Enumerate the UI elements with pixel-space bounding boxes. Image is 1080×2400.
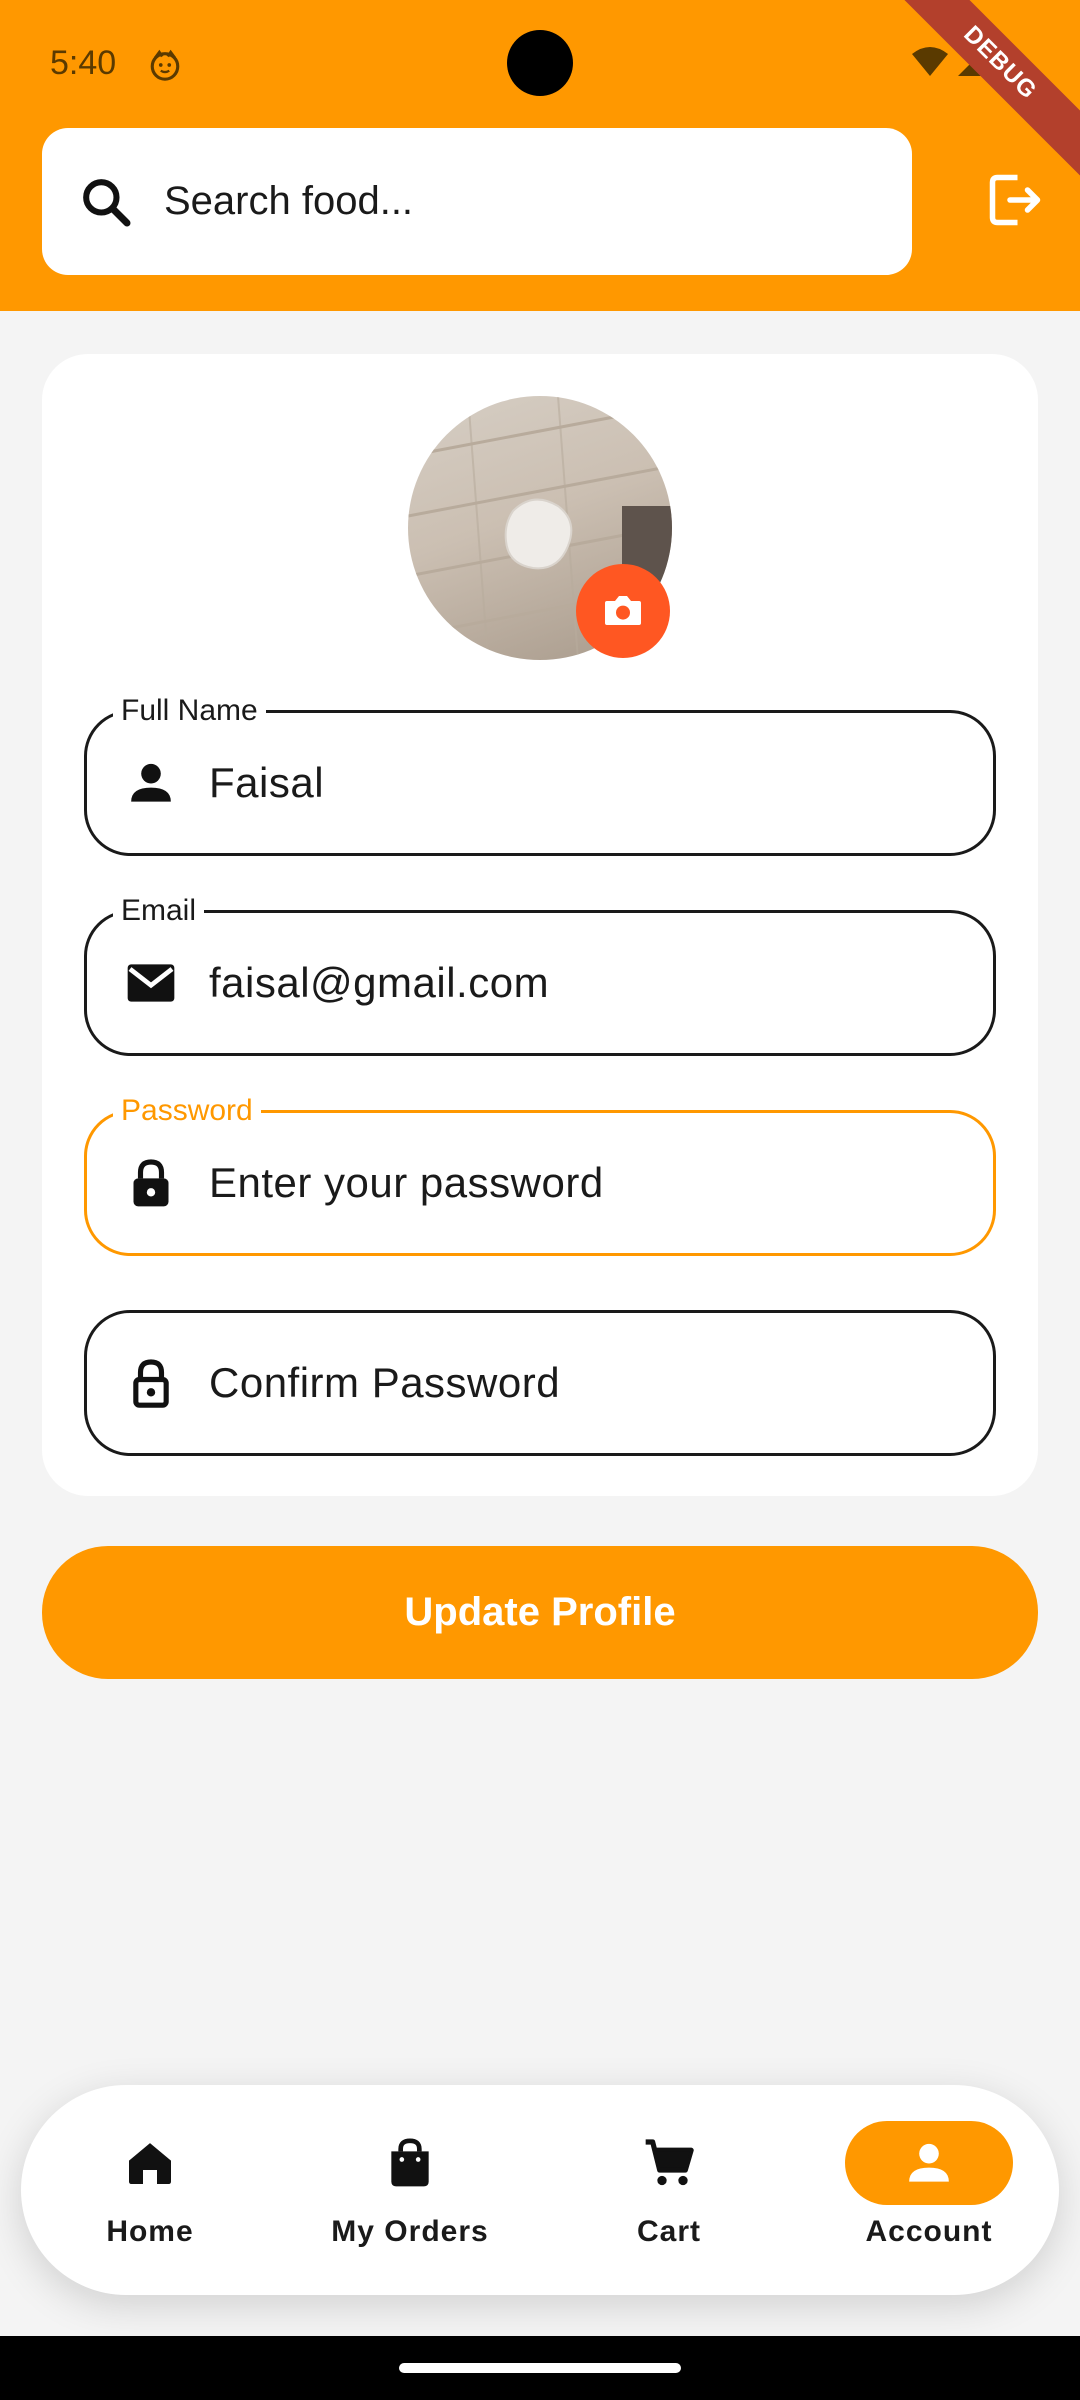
notification-icon: [150, 49, 180, 81]
confirm-password-placeholder: Confirm Password: [209, 1359, 561, 1406]
full-name-label: Full Name: [113, 693, 266, 729]
app-bar: 5:40 DEBUG Search food...: [0, 0, 1080, 311]
confirm-password-field[interactable]: Confirm Password: [84, 1310, 996, 1456]
nav-label-home: Home: [106, 2215, 194, 2248]
full-name-value: Faisal: [209, 759, 325, 806]
nav-item-account[interactable]: Account: [829, 2121, 1029, 2261]
mail-icon: [127, 964, 175, 1002]
search-icon: [83, 178, 131, 226]
change-photo-button[interactable]: [576, 564, 670, 658]
front-camera: [507, 30, 573, 96]
nav-label-cart: Cart: [636, 2215, 701, 2248]
password-label: Password: [113, 1093, 261, 1129]
camera-icon: [605, 596, 641, 625]
nav-label-my-orders: My Orders: [331, 2215, 489, 2248]
bottom-navigation: Home My Orders Cart Account: [21, 2085, 1059, 2295]
person-icon: [909, 2143, 949, 2182]
status-time: 5:40: [50, 44, 117, 82]
nav-item-cart[interactable]: Cart: [569, 2121, 769, 2261]
home-indicator[interactable]: [399, 2363, 681, 2373]
search-placeholder: Search food...: [164, 179, 414, 223]
home-icon: [129, 2143, 171, 2184]
full-name-field[interactable]: Full Name Faisal: [84, 693, 996, 856]
nav-label-account: Account: [865, 2215, 993, 2248]
email-label: Email: [113, 893, 205, 929]
search-field[interactable]: Search food...: [42, 128, 912, 275]
email-value: faisal@gmail.com: [209, 959, 550, 1006]
lock-icon: [133, 1159, 169, 1207]
password-field[interactable]: Password Enter your password: [84, 1093, 996, 1256]
password-placeholder: Enter your password: [209, 1159, 604, 1206]
email-field[interactable]: Email faisal@gmail.com: [84, 893, 996, 1056]
lock-outline-icon: [133, 1359, 169, 1408]
nav-item-home[interactable]: Home: [50, 2121, 250, 2261]
profile-card: Full Name Faisal Email faisal@gmail.com …: [42, 354, 1038, 1496]
shopping-bag-icon: [391, 2138, 429, 2187]
wifi-icon: [912, 47, 948, 76]
person-icon: [131, 763, 171, 802]
cart-icon: [645, 2139, 694, 2186]
logout-icon[interactable]: [985, 170, 1045, 230]
update-profile-button[interactable]: Update Profile: [42, 1546, 1038, 1679]
nav-item-my-orders[interactable]: My Orders: [310, 2121, 510, 2261]
